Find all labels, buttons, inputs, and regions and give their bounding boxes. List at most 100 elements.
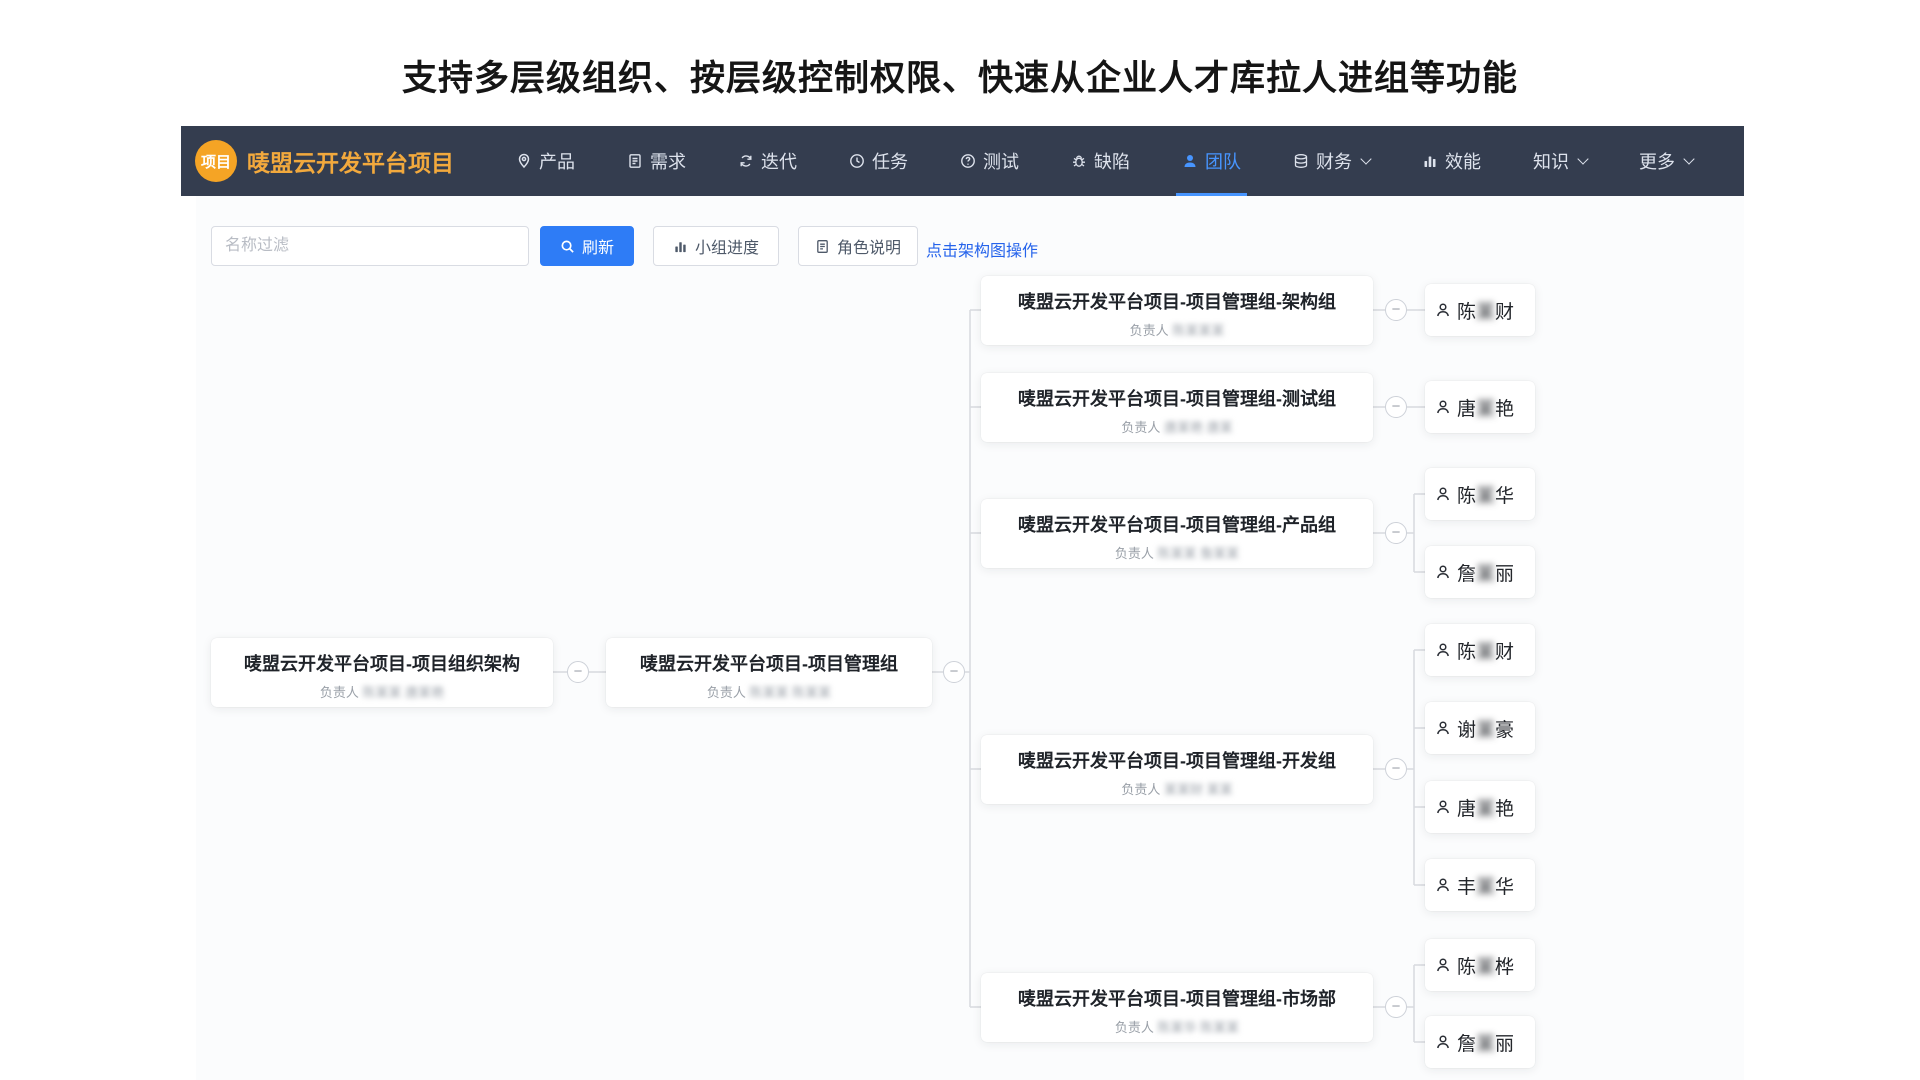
org-node-development-group[interactable]: 唛盟云开发平台项目-项目管理组-开发组 负责人 某某财 某某 <box>981 735 1373 804</box>
iteration-icon <box>738 153 754 169</box>
org-chart-operation-link[interactable]: 点击架构图操作 <box>926 237 1038 261</box>
person-icon <box>1435 486 1451 502</box>
org-node-owners: 负责人 陈某华 陈某某 <box>981 1017 1373 1036</box>
collapse-toggle[interactable]: − <box>1385 299 1407 321</box>
nav-item-iteration[interactable]: 迭代 <box>738 126 797 196</box>
member-name: 詹某丽 <box>1457 1029 1514 1056</box>
collapse-toggle[interactable]: − <box>943 661 965 683</box>
nav-label: 产品 <box>539 148 575 174</box>
nav-label: 团队 <box>1205 148 1241 174</box>
member-name: 陈某华 <box>1457 481 1514 508</box>
org-node-owners: 负责人 陈某某某 <box>981 320 1373 339</box>
nav-item-defects[interactable]: 缺陷 <box>1071 126 1130 196</box>
nav-item-knowledge[interactable]: 知识 <box>1533 126 1587 196</box>
nav-item-requirements[interactable]: 需求 <box>627 126 686 196</box>
collapse-toggle[interactable]: − <box>1385 396 1407 418</box>
nav-item-testing[interactable]: 测试 <box>960 126 1019 196</box>
person-icon <box>1435 720 1451 736</box>
member-name: 唐某艳 <box>1457 394 1514 421</box>
member-name: 谢某豪 <box>1457 715 1514 742</box>
censored-names: 唐某艳 唐某 <box>1164 420 1233 435</box>
censored-names: 某某财 某某 <box>1164 782 1233 797</box>
nav-item-more[interactable]: 更多 <box>1639 126 1693 196</box>
org-node-product-group[interactable]: 唛盟云开发平台项目-项目管理组-产品组 负责人 陈某某 詹某某 <box>981 499 1373 568</box>
member-name: 詹某丽 <box>1457 559 1514 586</box>
nav-item-performance[interactable]: 效能 <box>1422 126 1481 196</box>
member-name: 唐某艳 <box>1457 794 1514 821</box>
person-icon <box>1435 957 1451 973</box>
nav-item-product[interactable]: 产品 <box>516 126 575 196</box>
top-navbar: 项目 唛盟云开发平台项目 产品 需求 迭代 任务 测试 缺陷 团队 <box>181 126 1744 196</box>
chevron-down-icon <box>1360 153 1371 164</box>
collapse-toggle[interactable]: − <box>1385 522 1407 544</box>
search-icon <box>560 239 575 254</box>
member-name: 丰某华 <box>1457 872 1514 899</box>
org-node-marketing-group[interactable]: 唛盟云开发平台项目-项目管理组-市场部 负责人 陈某华 陈某某 <box>981 973 1373 1042</box>
group-progress-button[interactable]: 小组进度 <box>653 226 779 266</box>
person-icon <box>1435 799 1451 815</box>
org-node-title: 唛盟云开发平台项目-项目管理组-测试组 <box>981 385 1373 411</box>
collapse-toggle[interactable]: − <box>567 661 589 683</box>
censored-names: 陈某某 陈某某 <box>750 685 832 700</box>
member-card[interactable]: 陈某财 <box>1425 624 1535 676</box>
org-node-title: 唛盟云开发平台项目-项目管理组-产品组 <box>981 511 1373 537</box>
nav-label: 缺陷 <box>1094 148 1130 174</box>
member-card[interactable]: 陈某桦 <box>1425 939 1535 991</box>
nav-item-finance[interactable]: 财务 <box>1293 126 1370 196</box>
role-description-button[interactable]: 角色说明 <box>798 226 918 266</box>
org-node-title: 唛盟云开发平台项目-项目管理组-市场部 <box>981 985 1373 1011</box>
refresh-label: 刷新 <box>582 234 614 258</box>
member-card[interactable]: 陈某财 <box>1425 284 1535 336</box>
nav-label: 知识 <box>1533 148 1569 174</box>
refresh-button[interactable]: 刷新 <box>540 226 634 266</box>
org-node-title: 唛盟云开发平台项目-项目管理组-架构组 <box>981 288 1373 314</box>
clock-icon <box>849 153 865 169</box>
censored-names: 陈某某某 <box>1172 323 1224 338</box>
nav-label: 测试 <box>983 148 1019 174</box>
nav-label: 财务 <box>1316 148 1352 174</box>
barchart-icon <box>673 239 688 254</box>
person-icon <box>1435 564 1451 580</box>
org-node-owners: 负责人 陈某某 陈某某 <box>606 682 932 701</box>
org-node-architecture-group[interactable]: 唛盟云开发平台项目-项目管理组-架构组 负责人 陈某某某 <box>981 276 1373 345</box>
nav-items: 产品 需求 迭代 任务 测试 缺陷 团队 财务 <box>516 126 1744 196</box>
member-card[interactable]: 詹某丽 <box>1425 1016 1535 1068</box>
person-icon <box>1435 399 1451 415</box>
bug-icon <box>1071 153 1087 169</box>
document-icon <box>627 153 643 169</box>
member-name: 陈某财 <box>1457 297 1514 324</box>
page-headline: 支持多层级组织、按层级控制权限、快速从企业人才库拉人进组等功能 <box>0 50 1920 101</box>
org-node-title: 唛盟云开发平台项目-项目组织架构 <box>211 650 553 676</box>
member-card[interactable]: 陈某华 <box>1425 468 1535 520</box>
nav-label: 更多 <box>1639 148 1675 174</box>
org-node-root[interactable]: 唛盟云开发平台项目-项目组织架构 负责人 陈某某 唐某艳 <box>211 638 553 707</box>
nav-label: 任务 <box>872 148 908 174</box>
censored-names: 陈某某 詹某某 <box>1158 546 1240 561</box>
group-progress-label: 小组进度 <box>695 234 759 258</box>
member-card[interactable]: 谢某豪 <box>1425 702 1535 754</box>
member-name: 陈某桦 <box>1457 952 1514 979</box>
question-icon <box>960 153 976 169</box>
nav-label: 迭代 <box>761 148 797 174</box>
org-node-testing-group[interactable]: 唛盟云开发平台项目-项目管理组-测试组 负责人 唐某艳 唐某 <box>981 373 1373 442</box>
org-node-owners: 负责人 唐某艳 唐某 <box>981 417 1373 436</box>
nav-item-team[interactable]: 团队 <box>1182 126 1241 196</box>
nav-item-tasks[interactable]: 任务 <box>849 126 908 196</box>
pin-icon <box>516 153 532 169</box>
censored-names: 陈某华 陈某某 <box>1158 1020 1240 1035</box>
person-icon <box>1435 642 1451 658</box>
member-card[interactable]: 唐某艳 <box>1425 381 1535 433</box>
person-icon <box>1435 1034 1451 1050</box>
org-node-management-group[interactable]: 唛盟云开发平台项目-项目管理组 负责人 陈某某 陈某某 <box>606 638 932 707</box>
censored-names: 陈某某 唐某艳 <box>363 685 445 700</box>
name-filter-input[interactable] <box>211 226 529 266</box>
org-node-owners: 负责人 某某财 某某 <box>981 779 1373 798</box>
project-title: 唛盟云开发平台项目 <box>247 144 454 178</box>
org-node-owners: 负责人 陈某某 詹某某 <box>981 543 1373 562</box>
member-card[interactable]: 丰某华 <box>1425 859 1535 911</box>
collapse-toggle[interactable]: − <box>1385 758 1407 780</box>
chevron-down-icon <box>1577 153 1588 164</box>
member-card[interactable]: 詹某丽 <box>1425 546 1535 598</box>
member-card[interactable]: 唐某艳 <box>1425 781 1535 833</box>
collapse-toggle[interactable]: − <box>1385 996 1407 1018</box>
